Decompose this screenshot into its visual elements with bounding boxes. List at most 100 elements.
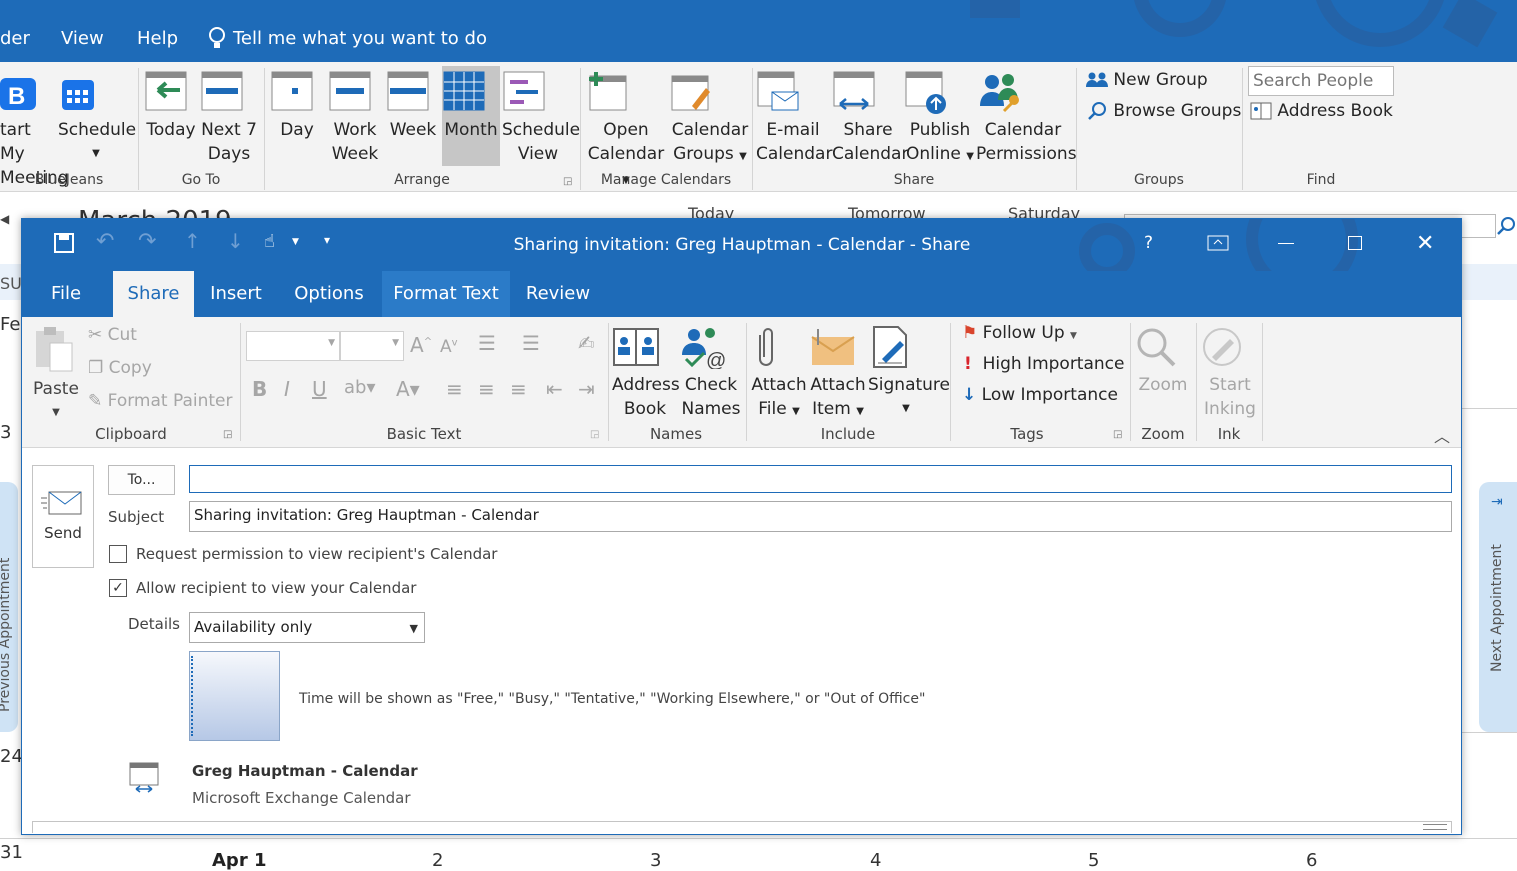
save-icon[interactable] (54, 233, 74, 253)
calendar-permissions-button[interactable]: Calendar Permissions (976, 70, 1077, 166)
align-center-icon[interactable]: ≡ (478, 377, 495, 401)
previous-item-icon[interactable]: ↑ (184, 229, 201, 253)
copy-button[interactable]: ❐ Copy (88, 358, 152, 378)
increase-indent-icon[interactable]: ⇥ (578, 377, 595, 401)
browse-groups-button[interactable]: Browse Groups (1088, 101, 1241, 121)
allow-view-checkbox[interactable]: ✓ (109, 579, 127, 597)
menu-item-view[interactable]: View (61, 28, 104, 49)
prev-arrow-icon[interactable]: ◀ (0, 212, 9, 226)
numbering-icon[interactable]: ☰ (522, 331, 540, 355)
undo-icon[interactable]: ↶ (96, 229, 114, 254)
clear-formatting-icon[interactable]: ✍ (578, 331, 595, 355)
previous-appointment-button[interactable]: Previous Appointment (0, 482, 18, 732)
ribbon-display-options-icon[interactable] (1207, 235, 1229, 251)
week-view-button[interactable]: Week (386, 70, 440, 142)
email-calendar-label2: Calendar (756, 144, 833, 164)
menu-item-folder[interactable]: der (0, 28, 30, 49)
attach-file-label1: Attach (751, 375, 807, 395)
dialog-launcher-icon[interactable]: ◲ (223, 429, 232, 440)
search-icon[interactable] (1496, 216, 1516, 236)
check-names-icon: @ (680, 325, 742, 369)
search-people-input[interactable] (1248, 66, 1394, 96)
highlight-icon[interactable]: ab▾ (344, 377, 376, 398)
to-button[interactable]: To... (108, 465, 175, 495)
publish-online-button[interactable]: Publish Online ▼ (904, 70, 976, 169)
minimize-icon[interactable] (1278, 243, 1294, 244)
address-book-button[interactable]: Address Book (1250, 101, 1393, 121)
chevron-down-icon: ▼ (52, 407, 60, 418)
low-importance-button[interactable]: ↓ Low Importance (962, 385, 1118, 405)
resize-grip-icon[interactable] (1423, 824, 1447, 830)
request-permission-checkbox[interactable] (109, 545, 127, 563)
message-body-area[interactable] (32, 821, 1452, 833)
cut-button[interactable]: ✂ Cut (88, 325, 137, 345)
zoom-button[interactable]: Zoom (1134, 325, 1192, 397)
grow-font-icon[interactable]: A^ (410, 333, 432, 357)
font-name-box[interactable]: ▼ (246, 331, 340, 361)
start-inking-button[interactable]: Start Inking (1200, 325, 1260, 421)
calendar-groups-button[interactable]: Calendar Groups ▼ (670, 70, 750, 169)
tab-insert[interactable]: Insert (202, 271, 270, 317)
font-color-icon[interactable]: A▾ (396, 377, 420, 401)
work-week-button[interactable]: Work Week (328, 70, 382, 166)
email-calendar-button[interactable]: E-mail Calendar (756, 70, 833, 166)
align-left-icon[interactable]: ≡ (446, 377, 463, 401)
customize-toolbar-icon[interactable]: ▾ (324, 233, 330, 247)
today-button[interactable]: Today (144, 70, 198, 142)
tab-file[interactable]: File (38, 271, 94, 317)
bold-button[interactable]: B (252, 377, 267, 401)
check-names-button[interactable]: @ Check Names (680, 325, 742, 421)
tab-review[interactable]: Review (520, 271, 596, 317)
bullets-icon[interactable]: ☰ (478, 331, 496, 355)
next-7-days-button[interactable]: Next 7 Days (200, 70, 258, 166)
tab-share[interactable]: Share (113, 271, 194, 317)
collapse-ribbon-icon[interactable]: ︿ (1434, 423, 1450, 447)
attach-file-button[interactable]: Attach File ▼ (750, 325, 808, 424)
month-view-button[interactable]: Month (442, 66, 500, 166)
close-icon[interactable]: ✕ (1416, 231, 1434, 256)
underline-button[interactable]: U (312, 377, 327, 401)
attach-item-button[interactable]: Attach Item ▼ (810, 325, 866, 424)
high-importance-label: High Importance (982, 354, 1125, 374)
help-button[interactable]: ? (1144, 233, 1153, 253)
calendar-name: Greg Hauptman - Calendar (192, 762, 418, 780)
subject-field[interactable]: Sharing invitation: Greg Hauptman - Cale… (189, 501, 1452, 532)
dialog-launcher-icon[interactable]: ◲ (563, 176, 572, 187)
day-icon (270, 70, 324, 114)
new-group-button[interactable]: New Group (1086, 70, 1208, 90)
touch-mode-icon[interactable]: ☝ (264, 231, 275, 252)
follow-up-button[interactable]: ⚑ Follow Up ▼ (962, 323, 1077, 343)
schedule-view-button[interactable]: Schedule View (502, 70, 580, 166)
italic-button[interactable]: I (284, 377, 290, 401)
low-importance-label: Low Importance (981, 385, 1118, 405)
dialog-launcher-icon[interactable]: ◲ (1113, 429, 1122, 440)
format-painter-label: Format Painter (107, 391, 233, 411)
decrease-indent-icon[interactable]: ⇤ (546, 377, 563, 401)
share-calendar-button[interactable]: Share Calendar (832, 70, 908, 166)
signature-button[interactable]: Signature ▼ (868, 325, 950, 421)
menu-item-help[interactable]: Help (137, 28, 178, 49)
redo-icon[interactable]: ↷ (138, 229, 156, 254)
details-dropdown[interactable]: Availability only ▼ (189, 612, 425, 643)
my-schedule-button[interactable]: Schedule ▼ (58, 74, 136, 166)
search-icon (1088, 101, 1108, 121)
shrink-font-icon[interactable]: Av (440, 337, 458, 357)
chevron-down-icon[interactable]: ▼ (292, 237, 299, 247)
tell-me-search[interactable]: Tell me what you want to do (233, 28, 487, 49)
tab-options[interactable]: Options (286, 271, 372, 317)
format-painter-button[interactable]: ✎ Format Painter (88, 391, 232, 411)
font-size-box[interactable]: ▼ (340, 331, 404, 361)
address-book-button[interactable]: Address Book (612, 325, 680, 421)
send-button[interactable]: Send (32, 465, 94, 568)
calendar-type: Microsoft Exchange Calendar (192, 789, 411, 807)
tab-format-text[interactable]: Format Text (382, 271, 510, 317)
dialog-launcher-icon[interactable]: ◲ (590, 429, 599, 440)
high-importance-button[interactable]: ! High Importance (964, 354, 1124, 374)
align-right-icon[interactable]: ≡ (510, 377, 527, 401)
next-appointment-button[interactable]: ⇥ Next Appointment (1479, 482, 1517, 732)
day-view-button[interactable]: Day (270, 70, 324, 142)
paste-button[interactable]: Paste ▼ (30, 325, 82, 425)
next-item-icon[interactable]: ↓ (227, 229, 244, 253)
to-field[interactable] (189, 465, 1452, 493)
maximize-icon[interactable] (1348, 236, 1362, 250)
